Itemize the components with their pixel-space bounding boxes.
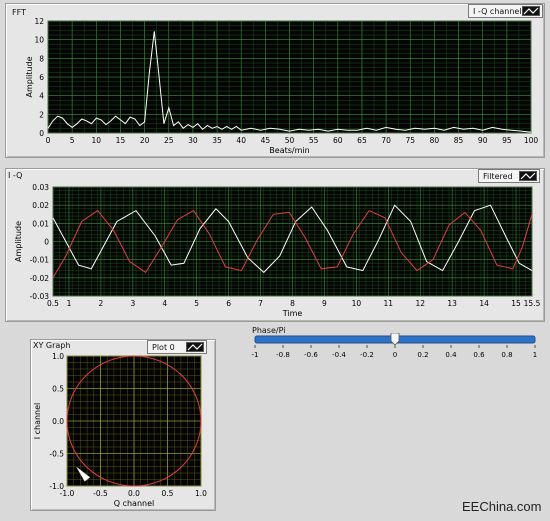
- y-tick-label: 0: [39, 129, 44, 138]
- x-tick-label: 1: [67, 299, 72, 308]
- phase-slider[interactable]: -1 -0.8 -0.6 -0.4 -0.2 0 0.2 0.4 0.6 0.8 1: [245, 333, 545, 363]
- y-tick-label: -0.03: [30, 292, 50, 301]
- xy-panel: XY Graph Plot 0 -1.0 -0.5 0.0 0.5 1.0 1.0 0.5 0…: [30, 339, 216, 511]
- x-tick-label: 12: [415, 299, 425, 308]
- x-tick-label: 20: [140, 136, 150, 145]
- iq-panel: I -Q Filtered 0.5 1 2 3 4 5 6 7 8 9 10 11 12 13 14 15 15…: [5, 168, 545, 322]
- y-axis-label: I channel: [33, 403, 42, 440]
- slider-tick-label: 1: [533, 351, 537, 359]
- x-tick-label: 0.5: [162, 489, 174, 498]
- x-tick-label: 2: [99, 299, 104, 308]
- x-tick-label: 5: [70, 136, 75, 145]
- x-tick-label: 85: [454, 136, 464, 145]
- x-tick-label: 30: [188, 136, 198, 145]
- slider-tick-label: -1: [252, 351, 259, 359]
- x-tick-label: 5: [194, 299, 199, 308]
- slider-tick-label: -0.8: [276, 351, 290, 359]
- x-tick-label: 40: [236, 136, 246, 145]
- slider-tick-label: 0.4: [445, 351, 457, 359]
- slider-tick-label: -0.2: [360, 351, 374, 359]
- x-tick-label: 8: [290, 299, 295, 308]
- x-tick-label: 9: [322, 299, 327, 308]
- x-axis-label: Q channel: [114, 499, 155, 508]
- x-tick-label: 55: [309, 136, 319, 145]
- y-tick-label: 8: [39, 54, 44, 63]
- x-tick-label: 10: [92, 136, 102, 145]
- x-tick-label: 15: [511, 299, 521, 308]
- y-tick-label: -0.5: [49, 450, 64, 459]
- y-tick-label: 4: [39, 92, 44, 101]
- xy-chart: -1.0 -0.5 0.0 0.5 1.01.00.50.0-0.5-1.0Q chan…: [33, 352, 207, 508]
- x-tick-label: 70: [381, 136, 391, 145]
- x-tick-label: 11: [384, 299, 394, 308]
- y-tick-label: 6: [39, 73, 44, 82]
- slider-tick-label: 0.8: [501, 351, 512, 359]
- slider-tick-label: 0.6: [473, 351, 485, 359]
- y-tick-label: -1.0: [49, 482, 64, 491]
- y-tick-label: 2: [39, 110, 44, 119]
- y-tick-label: 0: [44, 238, 49, 247]
- x-tick-label: 0.0: [128, 489, 140, 498]
- x-tick-label: 35: [212, 136, 222, 145]
- y-tick-label: -0.01: [30, 256, 50, 265]
- y-tick-label: 1.0: [52, 352, 64, 361]
- slider-tick-label: 0: [393, 351, 397, 359]
- x-tick-label: 60: [333, 136, 343, 145]
- x-tick-label: 75: [405, 136, 415, 145]
- x-axis-label: Beats/min: [269, 146, 309, 155]
- x-tick-label: 15: [116, 136, 126, 145]
- fft-chart: 0 5 10 15 20 25 30 35 40 45 50 55 60 65 70 75 80 85 90 95 10…: [25, 17, 539, 155]
- y-tick-label: 0.5: [52, 385, 64, 394]
- x-tick-label: 15.5: [524, 299, 541, 308]
- slider-tick-label: -0.4: [332, 351, 346, 359]
- x-tick-label: 10: [352, 299, 362, 308]
- y-tick-label: -0.02: [30, 274, 50, 283]
- x-tick-label: 4: [162, 299, 167, 308]
- x-tick-label: 90: [478, 136, 488, 145]
- y-axis-label: Amplitude: [25, 56, 34, 97]
- x-tick-label: -0.5: [93, 489, 108, 498]
- x-tick-label: 13: [447, 299, 457, 308]
- x-tick-label: 7: [258, 299, 263, 308]
- x-tick-label: 100: [524, 136, 539, 145]
- y-axis-label: Amplitude: [14, 221, 23, 262]
- iq-chart: 0.5 1 2 3 4 5 6 7 8 9 10 11 12 13 14 15 15.50.030.020.01…: [14, 183, 541, 318]
- x-tick-label: 65: [357, 136, 367, 145]
- y-tick-label: 0.03: [32, 183, 49, 192]
- y-tick-label: 0.02: [32, 201, 49, 210]
- x-tick-label: 0: [46, 136, 51, 145]
- watermark: EEChina.com: [462, 499, 542, 514]
- fft-panel: FFT I -Q channel 0 5 10 15 20 25 30 35 40 45 50 55 6…: [5, 3, 545, 158]
- x-axis-label: Time: [282, 309, 303, 318]
- x-tick-label: 1.0: [195, 489, 207, 498]
- x-tick-label: 6: [226, 299, 231, 308]
- x-tick-label: 25: [164, 136, 174, 145]
- y-tick-label: 10: [34, 36, 44, 45]
- slider-tick-label: -0.6: [304, 351, 318, 359]
- x-tick-label: 95: [502, 136, 512, 145]
- x-tick-label: 45: [261, 136, 271, 145]
- x-tick-label: 14: [479, 299, 489, 308]
- slider-tick-label: 0.2: [417, 351, 428, 359]
- y-tick-label: 0.0: [52, 417, 64, 426]
- y-tick-label: 0.01: [32, 219, 49, 228]
- x-tick-label: 80: [430, 136, 440, 145]
- x-tick-label: 3: [130, 299, 135, 308]
- x-tick-label: 50: [285, 136, 295, 145]
- y-tick-label: 12: [34, 17, 44, 26]
